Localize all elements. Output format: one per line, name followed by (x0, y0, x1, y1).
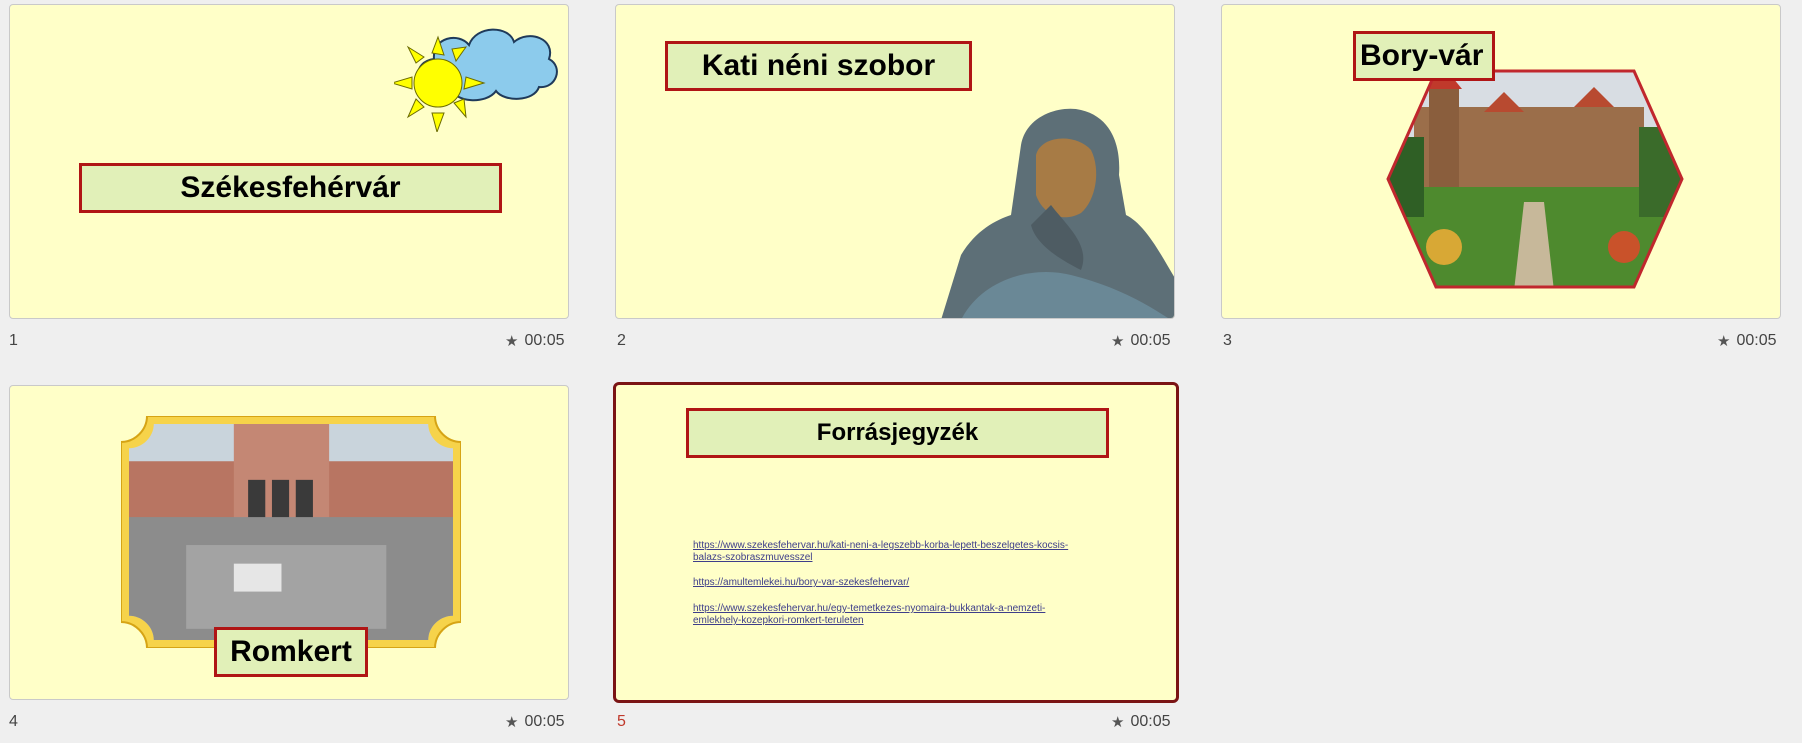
slide-number: 4 (9, 713, 18, 730)
slide-thumbnail-3[interactable]: Bory-vár (1221, 4, 1781, 319)
slide-timing: ★ 00:05 (1111, 332, 1171, 350)
slide-number: 3 (1223, 332, 1232, 349)
star-icon: ★ (1111, 333, 1125, 350)
source-link-1[interactable]: https://www.szekesfehervar.hu/kati-neni-… (693, 540, 1068, 552)
slide-time: 00:05 (524, 713, 565, 730)
slide-title: Bory-vár (1353, 31, 1495, 81)
star-icon: ★ (1111, 714, 1125, 731)
slide-timing: ★ 00:05 (1717, 332, 1777, 350)
slide-thumbnail-4[interactable]: Romkert (9, 385, 569, 700)
romkert-image (121, 416, 461, 648)
slide-time: 00:05 (1130, 713, 1171, 730)
slide-number: 5 (617, 713, 626, 730)
star-icon: ★ (505, 714, 519, 731)
slide-thumbnail-2[interactable]: Kati néni szobor (615, 4, 1175, 319)
slide-timing: ★ 00:05 (1111, 713, 1171, 731)
slide-time: 00:05 (1736, 332, 1777, 349)
statue-image (941, 108, 1174, 318)
slide-thumbnail-1[interactable]: Székesfehérvár (9, 4, 569, 319)
source-link-1-cont[interactable]: balazs-szobraszmuvesszel (693, 552, 813, 564)
slide-timing: ★ 00:05 (505, 713, 565, 731)
slide-title: Forrásjegyzék (686, 408, 1109, 458)
slide-title: Székesfehérvár (79, 163, 502, 213)
slide-title: Romkert (214, 627, 368, 677)
source-link-3[interactable]: https://www.szekesfehervar.hu/egy-temetk… (693, 603, 1045, 615)
slide-time: 00:05 (524, 332, 565, 349)
slide-title: Kati néni szobor (665, 41, 972, 91)
castle-image (1386, 69, 1684, 289)
star-icon: ★ (1717, 333, 1731, 350)
source-link-2[interactable]: https://amultemlekei.hu/bory-var-szekesf… (693, 577, 909, 589)
slide-number: 1 (9, 332, 18, 349)
star-icon: ★ (505, 333, 519, 350)
source-link-3-cont[interactable]: emlekhely-kozepkori-romkert-teruleten (693, 615, 864, 627)
slide-time: 00:05 (1130, 332, 1171, 349)
slide-timing: ★ 00:05 (505, 332, 565, 350)
slide-thumbnail-5[interactable]: Forrásjegyzék https://www.szekesfehervar… (613, 382, 1179, 703)
slide-number: 2 (617, 332, 626, 349)
sun-cloud-icon (394, 28, 558, 132)
